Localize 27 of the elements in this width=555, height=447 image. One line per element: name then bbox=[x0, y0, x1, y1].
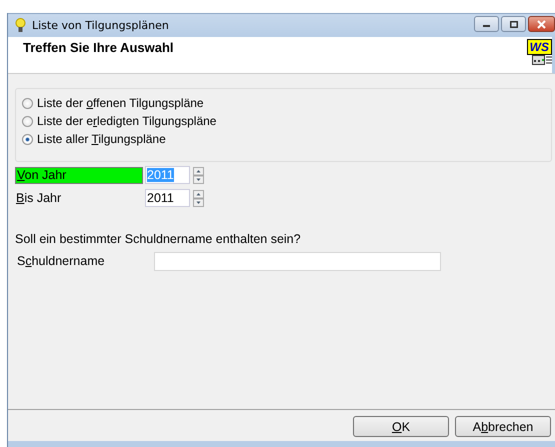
spinner-buttons[interactable] bbox=[193, 190, 204, 206]
toolbar-icon bbox=[532, 55, 552, 65]
dialog-button[interactable]: OK bbox=[353, 416, 449, 437]
field-label: Schuldnername bbox=[16, 254, 106, 268]
dialog-button[interactable]: Abbrechen bbox=[455, 416, 551, 437]
radio-option[interactable]: Liste aller Tilgungspläne bbox=[22, 130, 551, 148]
year-field[interactable]: 2011 bbox=[145, 189, 190, 207]
lightbulb-icon bbox=[15, 18, 26, 33]
maximize-button[interactable] bbox=[501, 16, 526, 32]
maximize-icon bbox=[510, 20, 518, 28]
dialog-heading: Treffen Sie Ihre Auswahl bbox=[23, 40, 174, 57]
spinner-buttons[interactable] bbox=[193, 166, 204, 184]
close-button[interactable] bbox=[528, 16, 555, 32]
field-label: Bis Jahr bbox=[15, 190, 62, 206]
radio-button[interactable] bbox=[22, 134, 33, 144]
minimize-button[interactable] bbox=[474, 16, 499, 32]
close-icon bbox=[537, 20, 546, 28]
question-text: Soll ein bestimmter Schuldnername enthalten sein? bbox=[15, 232, 302, 246]
field-label: Von Jahr bbox=[15, 166, 143, 184]
radio-button[interactable] bbox=[22, 116, 33, 126]
radio-option[interactable]: Liste der erledigten Tilgungspläne bbox=[22, 112, 551, 130]
radio-option[interactable]: Liste der offenen Tilgungspläne bbox=[22, 94, 551, 112]
window-title: Liste von Tilgungsplänen bbox=[32, 19, 169, 32]
name-field[interactable] bbox=[154, 252, 441, 270]
minimize-icon bbox=[483, 25, 490, 27]
radio-button[interactable] bbox=[22, 98, 33, 108]
logo-badge: WS bbox=[526, 39, 552, 55]
